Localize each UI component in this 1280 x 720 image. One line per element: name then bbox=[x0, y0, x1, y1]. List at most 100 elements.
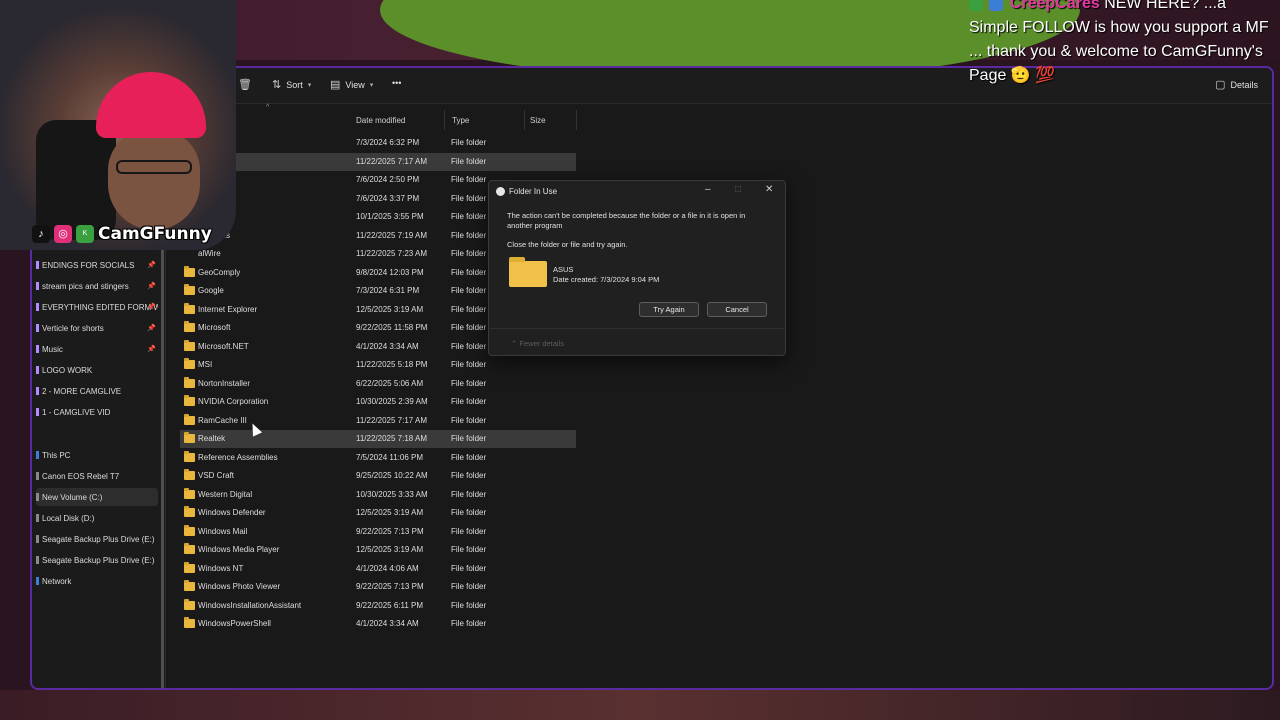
column-size[interactable]: Size bbox=[530, 114, 546, 128]
sidebar-drive-item[interactable]: Seagate Backup Plus Drive (E:) bbox=[36, 530, 158, 548]
file-type: File folder bbox=[451, 508, 487, 517]
folder-icon bbox=[184, 358, 195, 369]
folder-icon bbox=[36, 408, 39, 416]
try-again-button[interactable]: Try Again bbox=[639, 302, 699, 317]
drive-icon bbox=[36, 577, 39, 585]
table-row[interactable]: Realtek 11/22/2025 7:18 AM File folder bbox=[180, 430, 576, 448]
check-emoji-icon bbox=[989, 0, 1004, 11]
file-date-modified: 4/1/2024 3:34 AM bbox=[356, 619, 419, 628]
file-type: File folder bbox=[451, 267, 487, 277]
file-name: Windows NT bbox=[198, 563, 244, 573]
folder-icon bbox=[184, 302, 195, 314]
column-divider[interactable] bbox=[576, 110, 577, 130]
table-row[interactable]: Windows Defender 12/5/2025 3:19 AM File fo… bbox=[180, 504, 576, 522]
dialog-file-date: Date created: 7/3/2024 9:04 PM bbox=[553, 275, 660, 284]
folder-icon bbox=[184, 395, 195, 406]
file-date-modified: 10/30/2025 2:39 AM bbox=[356, 397, 428, 406]
column-divider[interactable] bbox=[444, 110, 445, 130]
trash-icon: 🗑 bbox=[238, 79, 252, 91]
table-row[interactable]: NortonInstaller 6/22/2025 5:06 AM File fol… bbox=[180, 375, 576, 393]
table-row[interactable]: Windows Media Player 12/5/2025 3:19 AM Fil… bbox=[180, 541, 576, 559]
table-row[interactable]: 11/22/2025 7:17 AM File folder bbox=[180, 152, 576, 171]
sidebar-item-label: ENDINGS FOR SOCIALS bbox=[42, 260, 135, 270]
file-type: File folder bbox=[451, 545, 487, 554]
folder-icon bbox=[184, 580, 195, 591]
file-type: File folder bbox=[451, 156, 487, 166]
webcam-person bbox=[108, 130, 200, 230]
file-type: File folder bbox=[451, 452, 487, 462]
sidebar-item[interactable]: stream pics and stingers 📌 bbox=[36, 277, 158, 295]
pin-icon: 📌 bbox=[147, 283, 156, 290]
table-row[interactable]: Reference Assemblies 7/5/2024 11:06 PM Fil… bbox=[180, 449, 576, 467]
dialog-app-icon bbox=[496, 187, 505, 196]
folder-icon bbox=[509, 257, 547, 287]
file-name: Internet Explorer bbox=[198, 304, 258, 314]
table-row[interactable]: WindowsInstallationAssistant 9/22/2025 6:… bbox=[180, 597, 576, 615]
sidebar-drive-item[interactable]: This PC bbox=[36, 446, 158, 464]
sidebar-drive-item[interactable]: Seagate Backup Plus Drive (E:) bbox=[36, 551, 158, 569]
table-row[interactable]: Windows Photo Viewer 9/22/2025 7:13 PM Fil… bbox=[180, 578, 576, 596]
file-date-modified: 4/1/2024 4:06 AM bbox=[356, 563, 419, 573]
sidebar-item[interactable]: LOGO WORK bbox=[36, 361, 158, 379]
view-button[interactable]: ▤ View ▾ bbox=[330, 78, 373, 91]
sidebar-item[interactable]: EVERYTHING EDITED FORM W 📌 bbox=[36, 298, 158, 316]
folder-icon bbox=[184, 413, 195, 425]
table-row[interactable]: Western Digital 10/30/2025 3:33 AM File fo… bbox=[180, 486, 576, 504]
sidebar-drive-label: Local Disk (D:) bbox=[42, 513, 95, 523]
table-row[interactable]: 7/3/2024 6:32 PM File folder bbox=[180, 134, 576, 152]
table-row[interactable]: NVIDIA Corporation 10/30/2025 2:39 AM File… bbox=[180, 393, 576, 411]
sidebar-item[interactable]: ENDINGS FOR SOCIALS 📌 bbox=[36, 256, 158, 274]
pin-icon: 📌 bbox=[147, 262, 156, 269]
table-row[interactable]: Windows Mail 9/22/2025 7:13 PM File folder bbox=[180, 523, 576, 541]
table-row[interactable]: WindowsPowerShell 4/1/2024 3:34 AM File fo… bbox=[180, 615, 576, 633]
folder-icon bbox=[36, 261, 39, 269]
close-button[interactable]: ✕ bbox=[765, 184, 773, 195]
sidebar-item-label: stream pics and stingers bbox=[42, 281, 129, 291]
table-row[interactable]: Windows NT 4/1/2024 4:06 AM File folder bbox=[180, 560, 576, 578]
cancel-button[interactable]: Cancel bbox=[707, 302, 767, 317]
sidebar-drive-item[interactable]: Local Disk (D:) bbox=[36, 509, 158, 527]
alert-line-1: NEW HERE? ...a bbox=[1104, 0, 1226, 12]
sidebar-drive-item[interactable]: Network bbox=[36, 572, 158, 590]
file-date-modified: 9/8/2024 12:03 PM bbox=[356, 267, 424, 277]
sidebar-item[interactable]: 1 - CAMGLIVE VID bbox=[36, 403, 158, 421]
column-divider[interactable] bbox=[524, 110, 525, 130]
file-type: File folder bbox=[451, 526, 487, 536]
file-date-modified: 6/22/2025 5:06 AM bbox=[356, 378, 424, 388]
file-type: File folder bbox=[451, 489, 487, 499]
streamer-handle: CamGFunny bbox=[98, 224, 212, 244]
table-row[interactable]: VSD Craft 9/25/2025 10:22 AM File folder bbox=[180, 467, 576, 485]
column-date-modified[interactable]: Date modified bbox=[356, 114, 405, 128]
sidebar-drive-item[interactable]: Canon EOS Rebel T7 bbox=[36, 467, 158, 485]
file-date-modified: 12/5/2025 3:19 AM bbox=[356, 545, 424, 554]
column-type[interactable]: Type bbox=[452, 114, 469, 128]
sort-icon: ⇅ bbox=[272, 79, 282, 91]
dialog-message: The action can't be completed because th… bbox=[507, 211, 746, 230]
file-name: Microsoft.NET bbox=[198, 341, 249, 351]
delete-button[interactable]: 🗑 bbox=[238, 78, 252, 91]
file-type: File folder bbox=[451, 434, 487, 443]
file-date-modified: 12/5/2025 3:19 AM bbox=[356, 304, 424, 314]
sort-button[interactable]: ⇅ Sort ▾ bbox=[272, 78, 311, 91]
minimize-button[interactable]: – bbox=[705, 184, 711, 195]
file-name: Microsoft bbox=[198, 323, 231, 332]
sidebar-item[interactable]: Verticle for shorts 📌 bbox=[36, 319, 158, 337]
table-row[interactable]: MSI 11/22/2025 5:18 PM File folder bbox=[180, 356, 576, 374]
sidebar-drive-label: Seagate Backup Plus Drive (E:) bbox=[42, 555, 155, 565]
dialog-instruction: Close the folder or file and try again. bbox=[507, 240, 628, 249]
sidebar-item[interactable]: 2 - MORE CAMGLIVE bbox=[36, 382, 158, 400]
webcam-hat bbox=[96, 72, 206, 138]
folder-icon bbox=[36, 387, 39, 395]
file-date-modified: 9/22/2025 11:58 PM bbox=[356, 323, 428, 332]
sidebar-item[interactable]: Music 📌 bbox=[36, 340, 158, 358]
fewer-details-toggle[interactable]: ⌃ Fewer details bbox=[511, 339, 564, 348]
chevron-down-icon: ▾ bbox=[369, 81, 374, 89]
sidebar-drive-label: New Volume (C:) bbox=[42, 492, 103, 502]
table-row[interactable]: RamCache III 11/22/2025 7:17 AM File folde… bbox=[180, 412, 576, 430]
webcam-glasses bbox=[116, 160, 192, 174]
file-date-modified: 11/22/2025 7:19 AM bbox=[356, 230, 428, 240]
sidebar-drive-item[interactable]: New Volume (C:) bbox=[36, 488, 158, 506]
follow-alert: CreepCares NEW HERE? ...a Simple FOLLOW … bbox=[969, 0, 1279, 88]
more-options-button[interactable]: ••• bbox=[392, 78, 401, 88]
sort-label: Sort bbox=[286, 79, 303, 90]
